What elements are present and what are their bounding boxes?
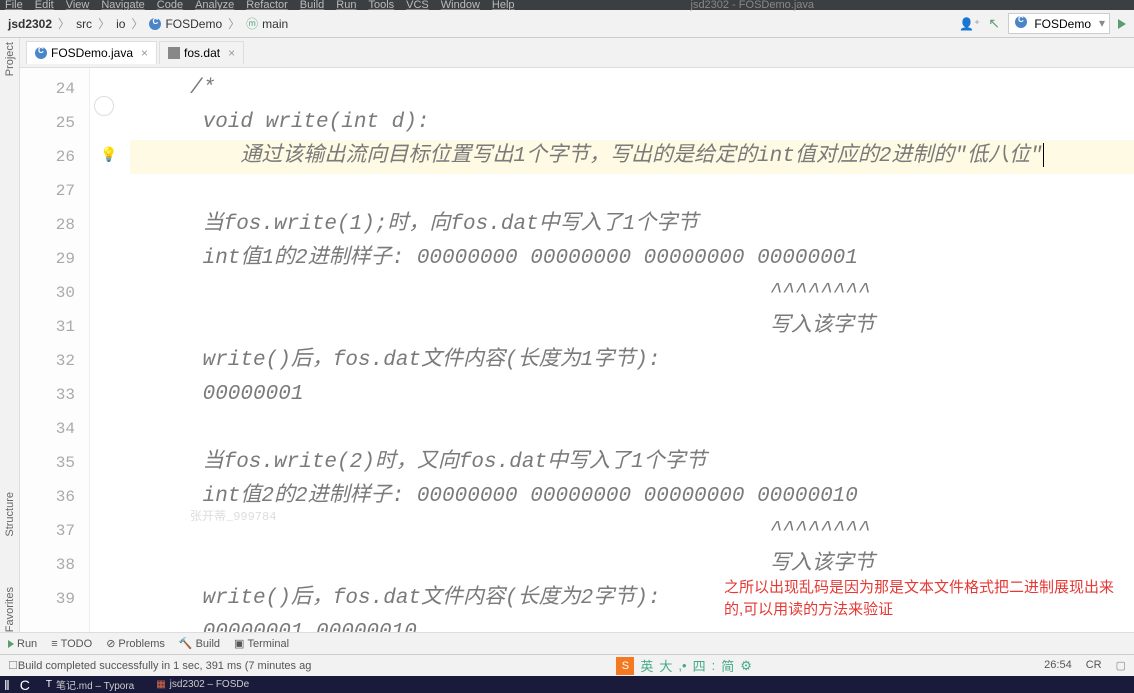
code-line-current[interactable]: 通过该输出流向目标位置写出1个字节，写出的是给定的int值对应的2进制的"低八位…	[130, 140, 1134, 174]
line-separator-indicator[interactable]: CR	[1086, 659, 1102, 672]
method-icon: ⓜ	[246, 15, 258, 32]
code-line[interactable]: /*	[130, 72, 1134, 106]
line-column-indicator[interactable]: 26:54	[1044, 659, 1072, 672]
watermark-text: 张开蒂_999784	[190, 500, 276, 534]
code-line[interactable]: void write(int d):	[130, 106, 1134, 140]
window-title: jsd2302 - FOSDemo.java	[691, 0, 815, 10]
dat-file-icon	[168, 47, 180, 59]
code-line[interactable]: ^^^^^^^^	[130, 514, 1134, 548]
code-editor[interactable]: 24 25 26 27 28 29 30 31 32 33 34 35 36 3…	[20, 68, 1134, 632]
breadcrumb-item[interactable]: main	[262, 17, 288, 31]
java-file-icon	[35, 47, 47, 59]
terminal-tool-button[interactable]: ▣ Terminal	[234, 637, 289, 650]
build-tool-button[interactable]: 🔨 Build	[179, 637, 220, 650]
todo-tool-button[interactable]: ≡ TODO	[51, 638, 92, 650]
code-line[interactable]: 当fos.write(1);时，向fos.dat中写入了1个字节	[130, 208, 1134, 242]
ime-toolbar[interactable]: S 英 大 ,• 四 : 简 ⚙	[616, 656, 752, 675]
code-line[interactable]: int值1的2进制样子: 00000000 00000000 00000000 …	[130, 242, 1134, 276]
navigation-bar: jsd2302 〉 src 〉 io 〉 FOSDemo 〉 ⓜ main 👤⁺…	[0, 10, 1134, 38]
close-tab-icon[interactable]: ×	[141, 46, 148, 60]
pause-icon[interactable]: ‖	[4, 677, 10, 693]
status-bar: ☐ Build completed successfully in 1 sec,…	[0, 654, 1134, 676]
breadcrumb-project[interactable]: jsd2302	[8, 17, 52, 31]
run-tool-button[interactable]: Run	[8, 638, 37, 650]
project-tool-button[interactable]: Project	[4, 42, 16, 76]
fold-indicator[interactable]	[94, 96, 114, 116]
annotation-note: 之所以出现乱码是因为那是文本文件格式把二进制展现出来的,可以用读的方法来验证	[724, 577, 1114, 621]
editor-tab[interactable]: fos.dat ×	[159, 41, 244, 64]
build-status-text: Build completed successfully in 1 sec, 3…	[18, 660, 311, 672]
structure-tool-button[interactable]: Structure	[4, 492, 16, 537]
line-number-gutter: 24 25 26 27 28 29 30 31 32 33 34 35 36 3…	[20, 68, 90, 632]
user-icon[interactable]: 👤⁺	[959, 17, 980, 31]
class-icon	[149, 18, 161, 30]
breadcrumb-item[interactable]: FOSDemo	[165, 17, 222, 31]
os-taskbar: ‖ C T笔记.md – Typora ▦jsd2302 – FOSDe	[0, 676, 1134, 693]
code-line[interactable]: 00000001	[130, 378, 1134, 412]
code-line[interactable]	[130, 174, 1134, 208]
code-line[interactable]	[130, 412, 1134, 446]
editor-tabs: FOSDemo.java × fos.dat ×	[20, 38, 1134, 68]
bottom-tool-bar: Run ≡ TODO ⊘ Problems 🔨 Build ▣ Terminal	[0, 632, 1134, 654]
code-line[interactable]: int值2的2进制样子: 00000000 00000000 00000000 …	[130, 480, 1134, 514]
taskbar-item[interactable]: ▦jsd2302 – FOSDe	[150, 679, 255, 690]
close-tab-icon[interactable]: ×	[228, 46, 235, 60]
intention-bulb-icon[interactable]: 💡	[100, 146, 117, 163]
code-line[interactable]: write()后，fos.dat文件内容(长度为1字节):	[130, 344, 1134, 378]
editor-tab-active[interactable]: FOSDemo.java ×	[26, 41, 157, 64]
cortana-icon[interactable]: C	[20, 677, 30, 693]
menu-bar[interactable]: FileEditView NavigateCodeAnalyze Refacto…	[0, 0, 1134, 10]
code-line[interactable]: 写入该字节	[130, 310, 1134, 344]
favorites-tool-button[interactable]: Favorites	[4, 587, 16, 632]
breadcrumb-item[interactable]: io	[116, 17, 125, 31]
tool-window-bar: Project Structure Favorites	[0, 38, 20, 632]
notification-icon[interactable]: ▢	[1116, 659, 1126, 672]
problems-tool-button[interactable]: ⊘ Problems	[106, 637, 165, 650]
gutter-icon-area: 💡	[90, 68, 130, 632]
taskbar-item[interactable]: T笔记.md – Typora	[40, 677, 140, 692]
ime-logo[interactable]: S	[616, 657, 634, 675]
run-button[interactable]	[1118, 19, 1126, 29]
code-line[interactable]: 当fos.write(2)时，又向fos.dat中写入了1个字节	[130, 446, 1134, 480]
breadcrumb-item[interactable]: src	[76, 17, 92, 31]
text-cursor	[1043, 143, 1044, 167]
run-config-selector[interactable]: FOSDemo ▾	[1008, 13, 1110, 34]
build-button[interactable]: ↖	[988, 15, 1000, 32]
code-line[interactable]: ^^^^^^^^	[130, 276, 1134, 310]
